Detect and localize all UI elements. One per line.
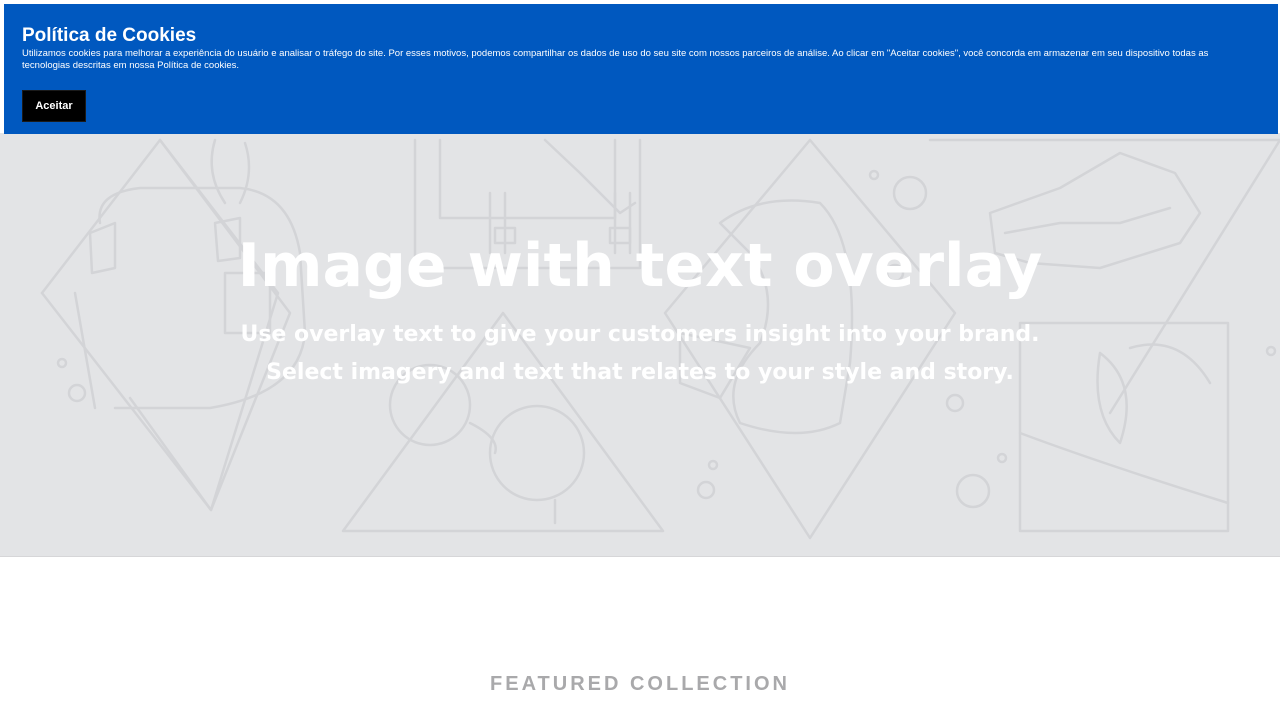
hero-overlay: Image with text overlay Use overlay text… xyxy=(0,133,1280,556)
cookie-banner: Política de Cookies Utilizamos cookies p… xyxy=(4,4,1278,134)
cookie-banner-title: Política de Cookies xyxy=(22,25,197,46)
featured-collection-title: FEATURED COLLECTION xyxy=(490,673,790,695)
hero-subtitle-line-1: Use overlay text to give your customers … xyxy=(240,322,1040,347)
hero-subtitle: Use overlay text to give your customers … xyxy=(0,316,1280,392)
hero-title: Image with text overlay xyxy=(237,231,1043,301)
hero-subtitle-line-2: Select imagery and text that relates to … xyxy=(266,360,1014,385)
hero-banner: Image with text overlay Use overlay text… xyxy=(0,133,1280,557)
page: Image with text overlay Use overlay text… xyxy=(0,0,1280,720)
cookie-banner-text: Utilizamos cookies para melhorar a exper… xyxy=(22,48,1209,71)
accept-cookies-button[interactable]: Aceitar xyxy=(22,90,86,122)
